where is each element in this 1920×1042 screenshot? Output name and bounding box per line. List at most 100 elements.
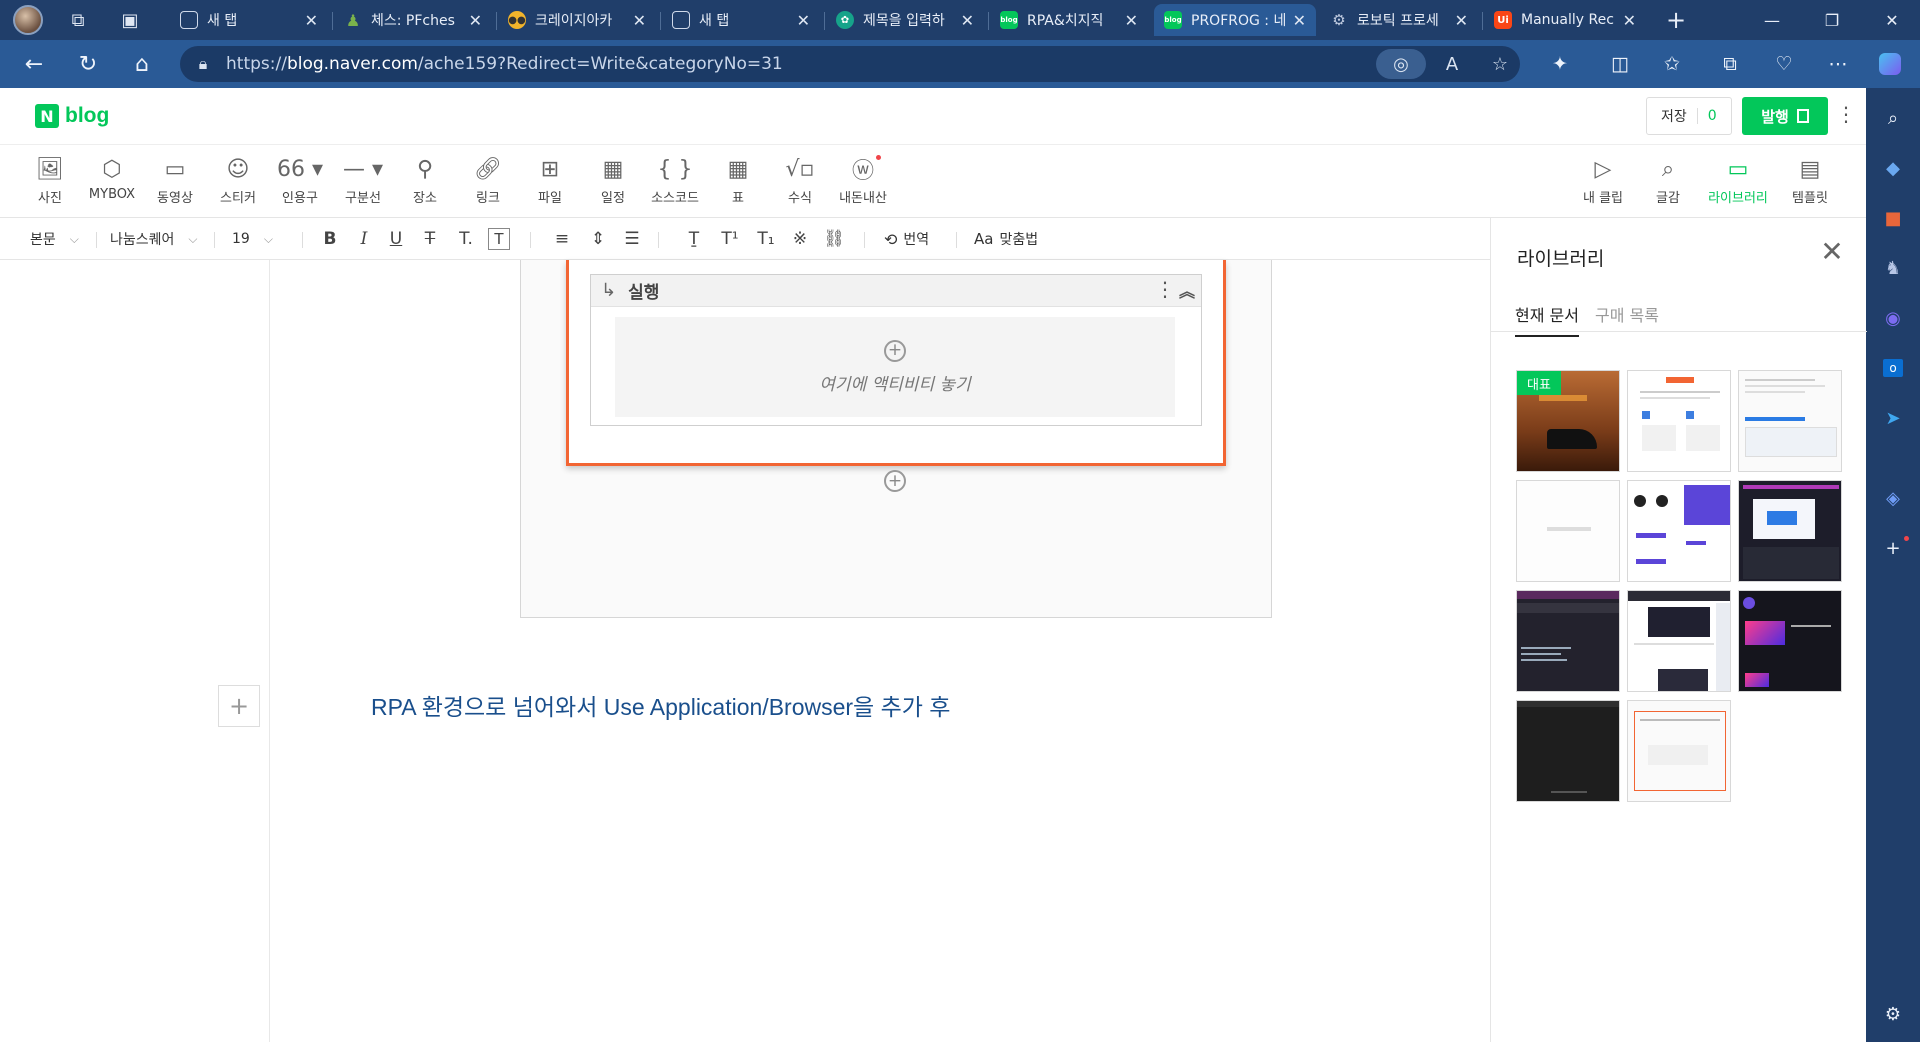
close-icon[interactable]: ✕ xyxy=(305,11,318,30)
font-size-select[interactable]: 19 ⌵ xyxy=(232,226,273,252)
strikethrough-icon[interactable]: T xyxy=(416,226,444,252)
material-button[interactable]: ⌕ 글감 xyxy=(1638,153,1698,211)
close-icon[interactable]: ✕ xyxy=(633,11,646,30)
insert-place-button[interactable]: ⚲ 장소 xyxy=(395,153,455,211)
activity-drop-area[interactable]: + 여기에 액티비티 놓기 xyxy=(615,317,1175,417)
italic-icon[interactable]: I xyxy=(350,226,378,252)
workspaces-icon[interactable]: ⧉ xyxy=(56,0,100,40)
favorites-icon[interactable]: ✩ xyxy=(1652,46,1692,82)
browser-tab[interactable]: Ui Manually Rec ✕ xyxy=(1484,4,1646,36)
bold-icon[interactable]: B xyxy=(316,226,344,252)
back-button[interactable]: ← xyxy=(16,46,52,82)
publish-button[interactable]: 발행 xyxy=(1742,97,1828,135)
insert-video-button[interactable]: ▭ 동영상 xyxy=(145,153,205,211)
template-button[interactable]: ▤ 템플릿 xyxy=(1780,153,1840,211)
library-thumbnail[interactable] xyxy=(1627,370,1731,472)
line-height-icon[interactable]: ⇕ xyxy=(584,226,612,252)
spellcheck-button[interactable]: Aa 맞춤법 xyxy=(974,226,1038,252)
insert-link-button[interactable]: 🔗︎ 링크 xyxy=(458,153,518,211)
link-icon[interactable]: ⛓︎ xyxy=(820,226,848,252)
save-count[interactable]: 0 xyxy=(1708,108,1717,124)
browser-tab[interactable]: ⚙ 로보틱 프로세 ✕ xyxy=(1320,4,1478,36)
browser-tab[interactable]: ●● 크레이지아카 ✕ xyxy=(498,4,656,36)
paragraph-style-select[interactable]: 본문 ⌵ xyxy=(30,226,79,252)
font-color-icon[interactable]: T. xyxy=(452,226,480,252)
body-paragraph[interactable]: RPA 환경으로 넘어와서 Use Application/Browser을 추… xyxy=(371,688,950,722)
library-thumbnail[interactable] xyxy=(1738,590,1842,692)
underline-icon[interactable]: U xyxy=(382,226,410,252)
special-char-icon[interactable]: ※ xyxy=(786,226,814,252)
close-icon[interactable]: ✕ xyxy=(1623,11,1636,30)
close-icon[interactable]: ✕ xyxy=(1455,11,1468,30)
shopping-tag-icon[interactable]: ◆ xyxy=(1875,150,1911,186)
browser-tab[interactable]: ✿ 제목을 입력하 ✕ xyxy=(826,4,984,36)
maximize-button[interactable]: ❐ xyxy=(1802,0,1862,40)
outlook-icon[interactable]: o xyxy=(1875,350,1911,386)
naver-blog-logo[interactable]: N blog xyxy=(35,104,109,128)
bullet-list-icon[interactable]: ☰ xyxy=(618,226,646,252)
save-button[interactable]: 저장 0 xyxy=(1646,97,1732,135)
browser-tab[interactable]: 새 탭 ✕ xyxy=(170,4,328,36)
close-icon[interactable]: ✕ xyxy=(1125,11,1138,30)
close-icon[interactable]: ✕ xyxy=(469,11,482,30)
vertical-tabs-icon[interactable]: ▣ xyxy=(108,0,152,40)
more-menu-icon[interactable]: ⋯ xyxy=(1818,46,1858,82)
library-thumbnail[interactable] xyxy=(1738,370,1842,472)
background-color-icon[interactable]: T xyxy=(488,228,510,250)
library-button[interactable]: ▭ 라이브러리 xyxy=(1708,153,1768,211)
add-circle-icon[interactable]: + xyxy=(884,339,906,362)
insert-formula-button[interactable]: √▫ 수식 xyxy=(770,153,830,211)
close-icon[interactable]: ✕ xyxy=(961,11,974,30)
send-icon[interactable]: ➤ xyxy=(1875,400,1911,436)
m365-icon[interactable]: ◉ xyxy=(1875,300,1911,336)
browser-tab[interactable]: ♟ 체스: PFches ✕ xyxy=(334,4,492,36)
close-icon[interactable]: ✕ xyxy=(1817,235,1847,268)
insert-divider-button[interactable]: — ▾ 구분선 xyxy=(333,153,393,211)
extensions-icon[interactable]: ✦ xyxy=(1540,46,1580,82)
library-thumbnail[interactable] xyxy=(1516,590,1620,692)
insert-photo-button[interactable]: 🖼︎ 사진 xyxy=(20,153,80,211)
home-button[interactable]: ⌂ xyxy=(124,46,160,82)
browser-tab-active[interactable]: blog PROFROG : 네 ✕ xyxy=(1154,4,1316,36)
tab-purchase-list[interactable]: 구매 목록 xyxy=(1595,302,1659,335)
sidebar-settings-icon[interactable]: ⚙ xyxy=(1875,996,1911,1032)
collapse-icon[interactable]: ︽ xyxy=(1179,278,1195,302)
font-select[interactable]: 나눔스퀘어 ⌵ xyxy=(110,226,198,252)
insert-code-button[interactable]: { } 소스코드 xyxy=(645,153,705,211)
close-icon[interactable]: ✕ xyxy=(1293,11,1306,30)
split-screen-icon[interactable]: ◫ xyxy=(1600,46,1640,82)
window-close-button[interactable]: ✕ xyxy=(1862,0,1920,40)
library-thumbnail[interactable] xyxy=(1738,480,1842,582)
insert-file-button[interactable]: ⊞ 파일 xyxy=(520,153,580,211)
profile-avatar[interactable] xyxy=(6,0,50,40)
more-vertical-icon[interactable]: ⋮ xyxy=(1155,277,1175,301)
lock-icon[interactable]: 🔒︎ xyxy=(180,54,226,74)
favorite-star-icon[interactable]: ☆ xyxy=(1480,46,1520,82)
performance-icon[interactable]: ♡ xyxy=(1764,46,1804,82)
insert-quote-button[interactable]: 66 ▾ 인용구 xyxy=(270,153,330,211)
subscript-icon[interactable]: T₁ xyxy=(752,226,780,252)
copilot-icon[interactable] xyxy=(1870,46,1910,82)
designer-icon[interactable]: ◈ xyxy=(1875,480,1911,516)
insert-mymoney-button[interactable]: ⓦ 내돈내산 xyxy=(833,153,893,211)
library-thumbnail[interactable] xyxy=(1516,480,1620,582)
my-clip-button[interactable]: ▷ 내 클립 xyxy=(1573,153,1633,211)
search-icon[interactable]: ⌕ xyxy=(1875,100,1911,136)
letter-spacing-icon[interactable]: Ṯ xyxy=(680,226,708,252)
library-thumbnail[interactable] xyxy=(1627,700,1731,802)
insert-table-button[interactable]: ▦ 표 xyxy=(708,153,768,211)
sequence-activity-box[interactable]: ↳ 실행 ⋮ ︽ + 여기에 액티비티 놓기 xyxy=(590,274,1202,426)
tools-briefcase-icon[interactable]: ■ xyxy=(1875,200,1911,236)
insert-sticker-button[interactable]: ☺ 스티커 xyxy=(208,153,268,211)
library-thumbnail[interactable] xyxy=(1627,480,1731,582)
more-options-icon[interactable]: ⋮ xyxy=(1836,102,1856,130)
insert-calendar-button[interactable]: ▦ 일정 xyxy=(583,153,643,211)
games-icon[interactable]: ♞ xyxy=(1875,250,1911,286)
collections-icon[interactable]: ⧉ xyxy=(1710,46,1750,82)
address-bar[interactable]: 🔒︎ https://blog.naver.com/ache159?Redire… xyxy=(180,46,1520,82)
close-icon[interactable]: ✕ xyxy=(797,11,810,30)
add-component-button[interactable]: + xyxy=(218,685,260,727)
library-thumbnail[interactable] xyxy=(1516,700,1620,802)
add-circle-icon[interactable]: + xyxy=(884,470,906,492)
browser-tab[interactable]: blog RPA&치지직 ✕ xyxy=(990,4,1148,36)
